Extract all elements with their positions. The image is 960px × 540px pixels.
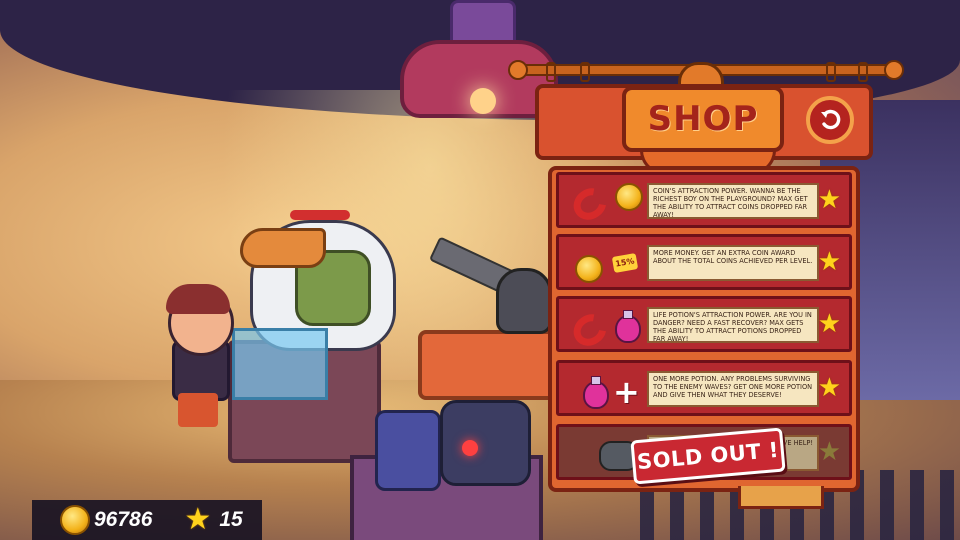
- shop-item-extra-potion[interactable]: + One more potion. Any problems survivin…: [556, 360, 852, 416]
- rod-ring: [858, 62, 868, 82]
- percent-burst-icon: 15%: [611, 253, 639, 273]
- star-count: 15: [219, 508, 243, 531]
- resource-hud: 96786 ★ 15: [32, 500, 262, 540]
- pelican-headband: [290, 210, 350, 220]
- magnet-icon: [567, 181, 613, 227]
- item-icons: [563, 431, 641, 475]
- coin-count: 96786: [94, 508, 153, 531]
- max-hair: [166, 284, 230, 314]
- back-arrow-icon: [821, 109, 841, 130]
- rod-knob-left: [508, 60, 528, 80]
- magnet-icon: [567, 307, 613, 353]
- item-description: Life potion's attraction power. Are you …: [647, 307, 819, 343]
- sold-out-label: SOLD OUT !: [636, 437, 780, 475]
- robot-eye: [462, 440, 478, 456]
- star-icon: ★: [817, 309, 841, 339]
- star-icon: ★: [184, 502, 212, 537]
- coin-icon: [60, 505, 90, 535]
- potion-icon: [615, 310, 641, 343]
- rod-knob-right: [884, 60, 904, 80]
- star-icon: ★: [817, 373, 841, 403]
- max-legs: [178, 393, 218, 427]
- item-description: One more potion. Any problems surviving …: [647, 371, 819, 407]
- rod-ring: [826, 62, 836, 82]
- pelican-beak: [240, 228, 326, 268]
- back-button[interactable]: [806, 96, 854, 144]
- treasure-chest: [418, 330, 561, 400]
- light-bulb: [470, 88, 496, 114]
- coin-icon: [575, 255, 603, 283]
- item-icons: [563, 303, 641, 353]
- coin-icon: [615, 183, 643, 211]
- shop-title-plate: SHOP: [622, 86, 784, 152]
- shop-item-coin-magnet[interactable]: Coin's attraction power. Wanna be the ri…: [556, 172, 852, 228]
- star-icon: ★: [817, 437, 841, 467]
- shop-item-extra-money[interactable]: 15% More money. Get an extra coin award …: [556, 234, 852, 290]
- shop-title: SHOP: [647, 99, 759, 139]
- item-icons: +: [563, 367, 641, 411]
- item-description: More money. Get an extra coin award abou…: [647, 245, 819, 281]
- glass-case: [232, 328, 328, 400]
- star-icon: ★: [817, 247, 841, 277]
- item-icons: 15%: [563, 241, 641, 285]
- item-icons: [563, 179, 643, 227]
- board-tab: [738, 486, 824, 509]
- rod-ring: [580, 62, 590, 82]
- item-description: Coin's attraction power. Wanna be the ri…: [647, 183, 819, 219]
- star-icon: ★: [817, 185, 841, 215]
- rod-ring: [546, 62, 556, 82]
- robot-prop: [375, 410, 441, 491]
- robot-head-prop: [440, 400, 531, 486]
- potion-icon: [583, 376, 609, 409]
- bomb-prop: [496, 268, 552, 334]
- shop-item-potion-magnet[interactable]: Life potion's attraction power. Are you …: [556, 296, 852, 353]
- plus-icon: +: [613, 373, 640, 411]
